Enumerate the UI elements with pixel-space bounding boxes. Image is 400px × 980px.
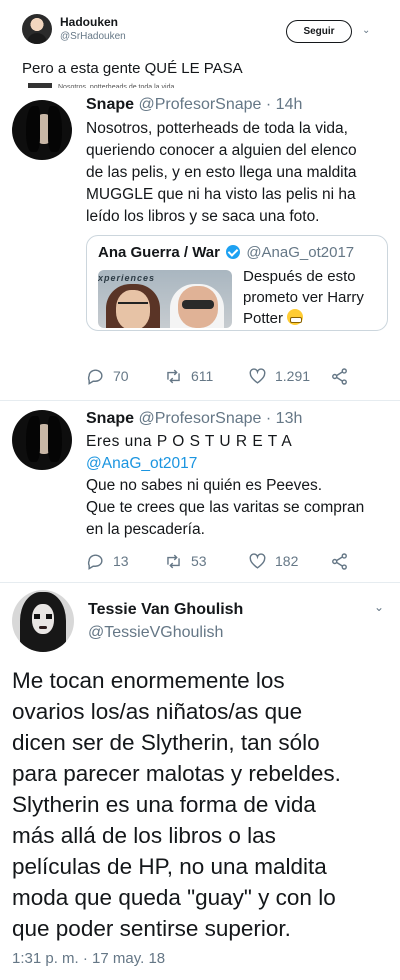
timestamp[interactable]: · 13h: [266, 410, 302, 427]
text-line: Nosotros, potterheads de toda la vida,: [86, 120, 348, 137]
avatar[interactable]: [12, 590, 74, 652]
divider: [0, 582, 400, 583]
like-button[interactable]: 1.291: [248, 365, 310, 387]
reply-count: 70: [113, 368, 129, 384]
quoted-tweet[interactable]: Ana Guerra / War @AnaG_ot2017 xperiences…: [86, 235, 388, 331]
text-line: dicen ser de Slytherin, tan sólo: [12, 730, 320, 755]
reply-count: 13: [113, 553, 129, 569]
text-line: Que te crees que las varitas se compran: [86, 499, 365, 516]
like-count: 182: [275, 553, 299, 569]
text-line: Slytherin es una forma de vida: [12, 792, 316, 817]
tweet-text: Eres una P O S T U R E T A @AnaG_ot2017 …: [86, 431, 391, 541]
share-icon: [332, 552, 347, 570]
reply-button[interactable]: 70: [86, 365, 129, 387]
like-count: 1.291: [275, 368, 311, 384]
text-line: Eres una P O S T U R E T A: [86, 433, 293, 450]
author-name[interactable]: Hadouken: [60, 15, 118, 29]
author-handle[interactable]: @SrHadouken: [60, 31, 126, 42]
tweet-text: Pero a esta gente QUÉ LE PASA: [22, 60, 243, 77]
text-line: leído los libros y se saca una foto.: [86, 208, 320, 225]
top-tweet: Hadouken @SrHadouken Seguir ⌄ Pero a est…: [0, 0, 400, 88]
author-name[interactable]: Snape: [86, 410, 134, 427]
share-icon: [332, 367, 347, 385]
retweet-count: 611: [191, 368, 214, 384]
heart-icon: [249, 367, 266, 384]
quoted-header: Ana Guerra / War @AnaG_ot2017: [98, 244, 354, 261]
quoted-author-handle: @AnaG_ot2017: [246, 244, 355, 261]
quoted-author-name: Ana Guerra / War: [98, 244, 220, 261]
text-line: películas de HP, no una maldita: [12, 854, 327, 879]
tweet-header: Snape @ProfesorSnape · 14h: [86, 96, 302, 114]
retweet-icon: [167, 369, 180, 383]
share-button[interactable]: [330, 550, 349, 572]
timestamp[interactable]: 1:31 p. m. · 17 may. 18: [12, 950, 165, 967]
author-handle[interactable]: @ProfesorSnape: [138, 96, 261, 113]
retweet-button[interactable]: 611: [164, 365, 213, 387]
tweet-text: Nosotros, potterheads de toda la vida, q…: [86, 118, 391, 228]
chevron-down-icon[interactable]: ⌄: [374, 600, 384, 614]
action-bar: 70 611 1.291: [86, 365, 366, 387]
timestamp[interactable]: · 14h: [266, 96, 302, 113]
text-line: moda que queda "guay" y con lo: [12, 885, 336, 910]
tweet-text: Me tocan enormemente los ovarios los/as …: [12, 665, 397, 944]
photo-banner-text: xperiences: [98, 273, 156, 283]
follow-button[interactable]: Seguir: [286, 20, 352, 43]
reply-icon: [87, 368, 103, 385]
chevron-down-icon[interactable]: ⌄: [362, 25, 370, 36]
text-line: MUGGLE que ni ha visto las pelis ni ha: [86, 186, 356, 203]
author-name[interactable]: Snape: [86, 96, 134, 113]
text-line: queriendo conocer a alguien del elenco: [86, 142, 357, 159]
text-line: Después de esto: [243, 268, 356, 285]
tweet-header: Snape @ProfesorSnape · 13h: [86, 410, 302, 428]
text-line: de las pelis, y en esto llega una maldit…: [86, 164, 357, 181]
quoted-photo[interactable]: xperiences: [98, 270, 232, 328]
like-button[interactable]: 182: [248, 550, 298, 572]
heart-icon: [249, 552, 266, 569]
text-line: Potter: [243, 308, 383, 329]
text-line: que poder sentirse superior.: [12, 916, 291, 941]
author-name[interactable]: Tessie Van Ghoulish: [88, 601, 243, 619]
text-line: prometo ver Harry: [243, 289, 364, 306]
divider: [0, 400, 400, 401]
cropped-text: Nosotros, potterheads de toda la vida: [58, 84, 175, 88]
grimacing-emoji-icon: [287, 309, 304, 325]
retweet-count: 53: [191, 553, 207, 569]
author-handle[interactable]: @TessieVGhoulish: [88, 624, 223, 642]
reply-button[interactable]: 13: [86, 550, 129, 572]
retweet-icon: [167, 554, 180, 568]
text-line: para parecer malotas y rebeldes.: [12, 761, 341, 786]
text-line: ovarios los/as niñatos/as que: [12, 699, 303, 724]
cropped-avatar: [28, 83, 52, 88]
verified-badge-icon: [226, 245, 241, 259]
share-button[interactable]: [330, 365, 349, 387]
text-line: Me tocan enormemente los: [12, 668, 285, 693]
avatar[interactable]: [12, 100, 72, 160]
author-handle[interactable]: @ProfesorSnape: [138, 410, 261, 427]
text-line: más allá de los libros o las: [12, 823, 276, 848]
text-line: en la pescadería.: [86, 521, 205, 538]
mention-link[interactable]: @AnaG_ot2017: [86, 453, 391, 475]
avatar[interactable]: [12, 410, 72, 470]
reply-icon: [87, 553, 103, 570]
text-line: Que no sabes ni quién es Peeves.: [86, 477, 323, 494]
action-bar: 13 53 182: [86, 550, 366, 572]
quoted-text: Después de esto prometo ver Harry Potter: [243, 266, 383, 329]
avatar[interactable]: [22, 14, 52, 44]
retweet-button[interactable]: 53: [164, 550, 207, 572]
